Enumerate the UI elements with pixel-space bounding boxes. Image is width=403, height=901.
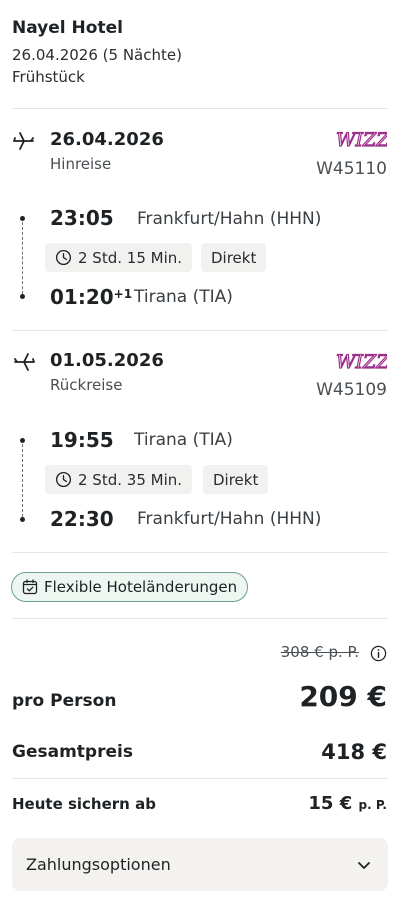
divider [12,778,388,779]
flexible-hotel-changes-badge[interactable]: Flexible Hoteländerungen [11,572,249,602]
timeline-line [22,222,23,294]
outbound-flight-number: W45110 [316,159,387,179]
total-price-label: Gesamtpreis [12,742,133,762]
outbound-duration-chip: 2 Std. 15 Min. [45,243,193,272]
divider [12,618,388,619]
deposit-amount: 15 € [308,793,353,814]
svg-text:WIZZ: WIZZ [336,129,387,150]
deposit-price: 15 € p. P. [308,793,387,814]
wizz-air-logo: WIZZ [335,350,387,372]
timeline-dot-arrival [20,294,25,299]
hotel-name: Nayel Hotel [12,18,123,38]
clock-icon [55,471,72,488]
timeline-dot-departure [20,438,25,443]
return-date: 01.05.2026 [50,350,164,371]
timeline-line [22,444,23,517]
return-flight-number: W45109 [316,380,387,400]
plane-arrival-icon [14,353,35,371]
divider [12,552,388,553]
old-price: 308 € p. P. [280,643,359,661]
return-arrival-airport: Frankfurt/Hahn (HHN) [137,509,322,529]
hotel-board: Frühstück [12,68,85,86]
calendar-check-icon [22,579,38,595]
divider [12,108,388,109]
outbound-duration: 2 Std. 15 Min. [78,248,183,267]
outbound-direction: Hinreise [50,155,112,173]
plane-departure-icon [13,132,34,150]
payment-options-label: Zahlungsoptionen [26,855,171,874]
clock-icon [55,249,72,266]
total-price: 418 € [321,740,387,764]
outbound-arrival-day-offset: +1 [113,287,133,301]
return-direction: Rückreise [50,376,123,394]
return-departure-airport: Tirana (TIA) [134,430,233,450]
return-duration: 2 Std. 35 Min. [78,470,183,489]
per-person-label: pro Person [12,691,117,711]
outbound-arrival-time: 01:20 [50,285,114,309]
divider [12,330,388,331]
timeline-dot-arrival [20,517,25,522]
per-person-price: 209 € [299,680,387,713]
return-stops: Direkt [213,470,259,489]
deposit-label: Heute sichern ab [12,795,156,813]
outbound-departure-airport: Frankfurt/Hahn (HHN) [137,209,322,229]
outbound-stops-chip: Direkt [201,243,267,272]
return-arrival-time: 22:30 [50,507,114,531]
info-icon[interactable] [370,645,387,662]
return-departure-time: 19:55 [50,428,114,452]
chevron-down-icon [358,861,370,869]
payment-options-dropdown[interactable]: Zahlungsoptionen [12,838,388,891]
timeline-dot-departure [20,216,25,221]
hotel-dates: 26.04.2026 (5 Nächte) [12,46,182,64]
hotel-summary: Nayel Hotel 26.04.2026 (5 Nächte) Frühst… [12,18,182,86]
outbound-stops: Direkt [211,248,257,267]
outbound-departure-time: 23:05 [50,206,114,230]
svg-text:WIZZ: WIZZ [336,351,387,372]
deposit-unit: p. P. [358,798,387,812]
wizz-air-logo: WIZZ [335,128,387,150]
outbound-arrival-time-wrap: 01:20+1 [50,285,132,309]
outbound-date: 26.04.2026 [50,129,164,150]
return-duration-chip: 2 Std. 35 Min. [45,465,193,494]
flexible-hotel-changes-label: Flexible Hoteländerungen [44,578,238,596]
outbound-arrival-airport: Tirana (TIA) [134,287,233,307]
return-stops-chip: Direkt [203,465,269,494]
